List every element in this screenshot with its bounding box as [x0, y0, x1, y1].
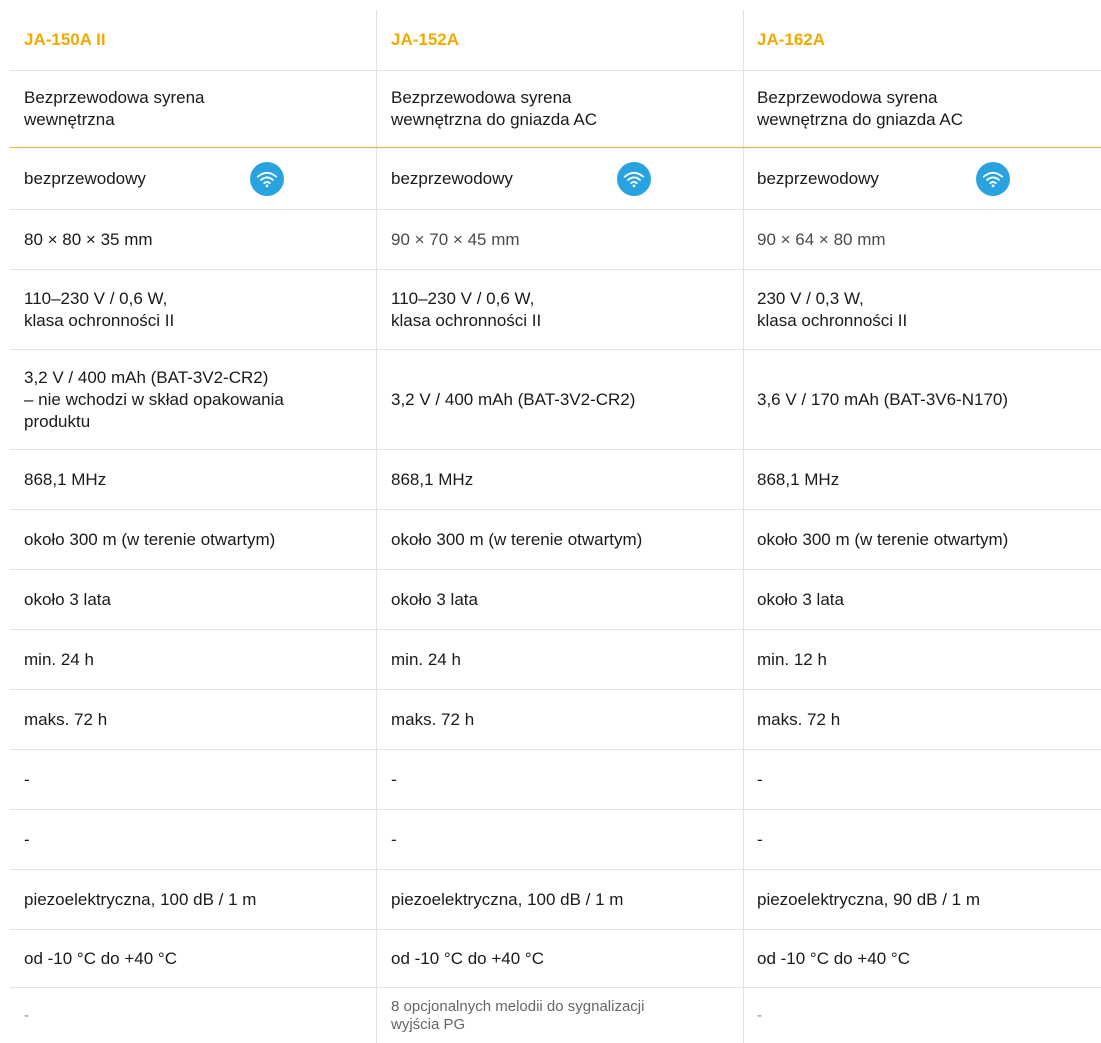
connection-label: bezprzewodowy: [757, 168, 879, 188]
wifi-icon: [976, 161, 1010, 196]
frequency-cell: 868,1 MHz: [391, 469, 474, 489]
dimensions-cell: 80 × 80 × 35 mm: [24, 229, 153, 249]
empty-value-cell: -: [24, 769, 30, 789]
wifi-icon-glyph: [256, 171, 278, 187]
table-row: - - -: [10, 749, 1101, 809]
description-cell: Bezprzewodowa syrena wewnętrzna do gniaz…: [391, 88, 598, 129]
siren-cell: piezoelektryczna, 100 dB / 1 m: [391, 889, 624, 909]
battery-cell: 3,2 V / 400 mAh (BAT-3V2-CR2) – nie wcho…: [24, 367, 284, 431]
range-cell: około 300 m (w terenie otwartym): [391, 529, 643, 549]
comparison-table: JA-150A II JA-152A JA-162A Bezprzewodowa…: [10, 10, 1101, 1043]
melodies-cell: -: [24, 1006, 29, 1024]
table-row-frequency: 868,1 MHz 868,1 MHz 868,1 MHz: [10, 449, 1101, 509]
table-header-row: JA-150A II JA-152A JA-162A: [10, 10, 1101, 70]
table-row: - - -: [10, 809, 1101, 869]
table-row-connection: bezprzewodowy bezprzewodowy bezprzewodow…: [10, 147, 1101, 209]
battery-cell: 3,2 V / 400 mAh (BAT-3V2-CR2): [391, 389, 636, 409]
table-row-battery: 3,2 V / 400 mAh (BAT-3V2-CR2) – nie wcho…: [10, 349, 1101, 449]
empty-value-cell: -: [391, 829, 397, 849]
range-cell: około 300 m (w terenie otwartym): [24, 529, 276, 549]
temperature-cell: od -10 °C do +40 °C: [391, 948, 544, 968]
melodies-cell: -: [757, 1006, 762, 1024]
wifi-icon: [250, 161, 284, 196]
table-row-battery-life: około 3 lata około 3 lata około 3 lata: [10, 569, 1101, 629]
empty-value-cell: -: [24, 829, 30, 849]
wifi-icon: [617, 161, 651, 196]
model-name-ja152a: JA-152A: [391, 30, 460, 49]
empty-value-cell: -: [757, 769, 763, 789]
table-row-siren: piezoelektryczna, 100 dB / 1 m piezoelek…: [10, 869, 1101, 929]
power-cell: 230 V / 0,3 W, klasa ochronności II: [757, 288, 908, 330]
description-cell: Bezprzewodowa syrena wewnętrzna: [24, 88, 205, 129]
battery-life-cell: około 3 lata: [24, 589, 111, 609]
model-name-ja162a: JA-162A: [757, 30, 826, 49]
backup-max-cell: maks. 72 h: [24, 709, 108, 729]
frequency-cell: 868,1 MHz: [24, 469, 107, 489]
temperature-cell: od -10 °C do +40 °C: [757, 948, 910, 968]
power-cell: 110–230 V / 0,6 W, klasa ochronności II: [391, 288, 542, 330]
temperature-cell: od -10 °C do +40 °C: [24, 948, 177, 968]
backup-max-cell: maks. 72 h: [391, 709, 475, 729]
empty-value-cell: -: [757, 829, 763, 849]
table-row-temperature: od -10 °C do +40 °C od -10 °C do +40 °C …: [10, 929, 1101, 987]
table-row-range: około 300 m (w terenie otwartym) około 3…: [10, 509, 1101, 569]
frequency-cell: 868,1 MHz: [757, 469, 840, 489]
backup-min-cell: min. 12 h: [757, 649, 827, 669]
battery-life-cell: około 3 lata: [391, 589, 478, 609]
description-cell: Bezprzewodowa syrena wewnętrzna do gniaz…: [757, 88, 964, 129]
siren-cell: piezoelektryczna, 90 dB / 1 m: [757, 889, 981, 909]
connection-cell: bezprzewodowy: [377, 148, 743, 209]
model-name-ja150a: JA-150A II: [24, 30, 106, 49]
table-row-dimensions: 80 × 80 × 35 mm 90 × 70 × 45 mm 90 × 64 …: [10, 209, 1101, 269]
table-row-description: Bezprzewodowa syrena wewnętrzna Bezprzew…: [10, 70, 1101, 147]
power-cell: 110–230 V / 0,6 W, klasa ochronności II: [24, 288, 175, 330]
backup-min-cell: min. 24 h: [24, 649, 94, 669]
table-row-backup-max: maks. 72 h maks. 72 h maks. 72 h: [10, 689, 1101, 749]
wifi-icon-glyph: [623, 171, 645, 187]
dimensions-cell: 90 × 64 × 80 mm: [757, 229, 886, 249]
backup-max-cell: maks. 72 h: [757, 709, 841, 729]
battery-life-cell: około 3 lata: [757, 589, 844, 609]
range-cell: około 300 m (w terenie otwartym): [757, 529, 1009, 549]
battery-cell: 3,6 V / 170 mAh (BAT-3V6-N170): [757, 389, 1009, 409]
table-row-power: 110–230 V / 0,6 W, klasa ochronności II …: [10, 269, 1101, 349]
connection-label: bezprzewodowy: [24, 168, 146, 188]
connection-cell: bezprzewodowy: [10, 148, 377, 209]
dimensions-cell: 90 × 70 × 45 mm: [391, 229, 520, 249]
table-row-backup-min: min. 24 h min. 24 h min. 12 h: [10, 629, 1101, 689]
siren-cell: piezoelektryczna, 100 dB / 1 m: [24, 889, 257, 909]
connection-cell: bezprzewodowy: [743, 148, 1101, 209]
table-row-melodies: - 8 opcjonalnych melodii do sygnalizacji…: [10, 987, 1101, 1043]
melodies-cell: 8 opcjonalnych melodii do sygnalizacji w…: [391, 997, 645, 1033]
wifi-icon-glyph: [982, 171, 1004, 187]
backup-min-cell: min. 24 h: [391, 649, 461, 669]
connection-label: bezprzewodowy: [391, 168, 513, 188]
empty-value-cell: -: [391, 769, 397, 789]
